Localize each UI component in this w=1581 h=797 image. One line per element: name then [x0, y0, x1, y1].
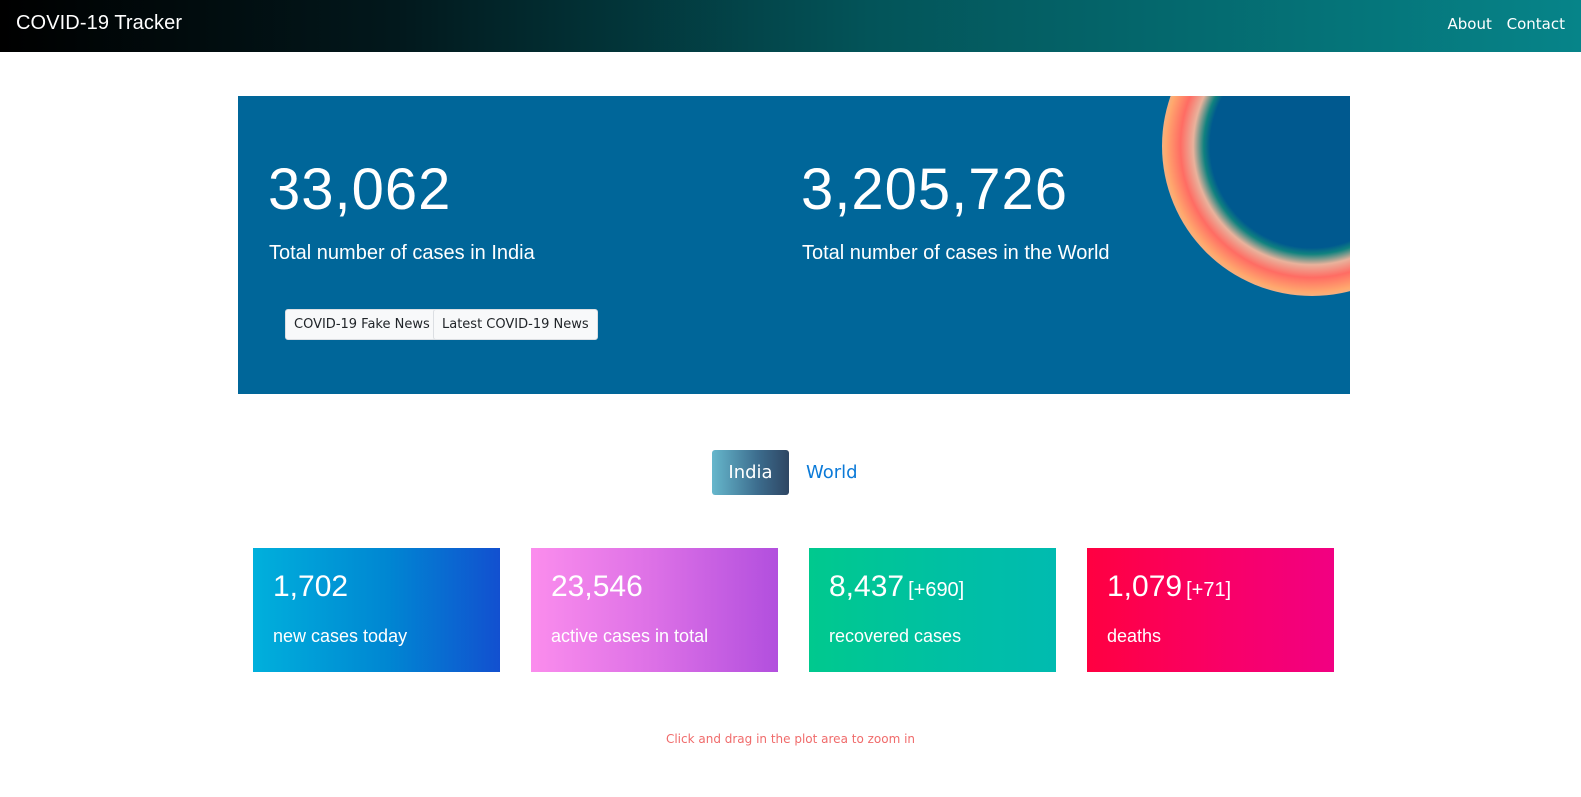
active-cases-card: 23,546 active cases in total: [531, 548, 778, 672]
nav-links: About Contact: [1438, 15, 1566, 33]
recovered-cases-card: 8,437 [+690] recovered cases: [809, 548, 1056, 672]
nav-about-link[interactable]: About: [1448, 15, 1492, 33]
active-cases-label: active cases in total: [551, 626, 709, 646]
world-total-cases: 3,205,726: [801, 157, 1069, 222]
deaths-card: 1,079 [+71] deaths: [1087, 548, 1334, 672]
decorative-ring: [1162, 96, 1350, 296]
latest-news-button[interactable]: Latest COVID-19 News: [433, 309, 598, 340]
new-cases-value: 1,702: [273, 570, 349, 603]
deaths-label: deaths: [1107, 626, 1162, 646]
nav-contact-link[interactable]: Contact: [1507, 15, 1565, 33]
new-cases-card: 1,702 new cases today: [253, 548, 500, 672]
recovered-cases-label: recovered cases: [829, 626, 962, 646]
india-total-cases: 33,062: [268, 157, 452, 222]
world-total-label: Total number of cases in the World: [802, 242, 1110, 264]
fake-news-button[interactable]: COVID-19 Fake News: [285, 309, 439, 340]
india-toggle-button[interactable]: India: [712, 450, 789, 495]
new-cases-label: new cases today: [273, 626, 408, 646]
brand-title[interactable]: COVID-19 Tracker: [16, 12, 182, 35]
recovered-cases-value: 8,437 [+690]: [829, 570, 965, 603]
india-total-label: Total number of cases in India: [269, 242, 535, 264]
active-cases-value: 23,546: [551, 570, 643, 603]
deaths-value: 1,079 [+71]: [1107, 570, 1232, 603]
hero-banner: 33,062 Total number of cases in India 3,…: [238, 96, 1350, 394]
world-toggle-link[interactable]: World: [806, 450, 858, 495]
top-navbar: COVID-19 Tracker About Contact: [0, 0, 1581, 52]
chart-zoom-hint: Click and drag in the plot area to zoom …: [665, 732, 916, 746]
